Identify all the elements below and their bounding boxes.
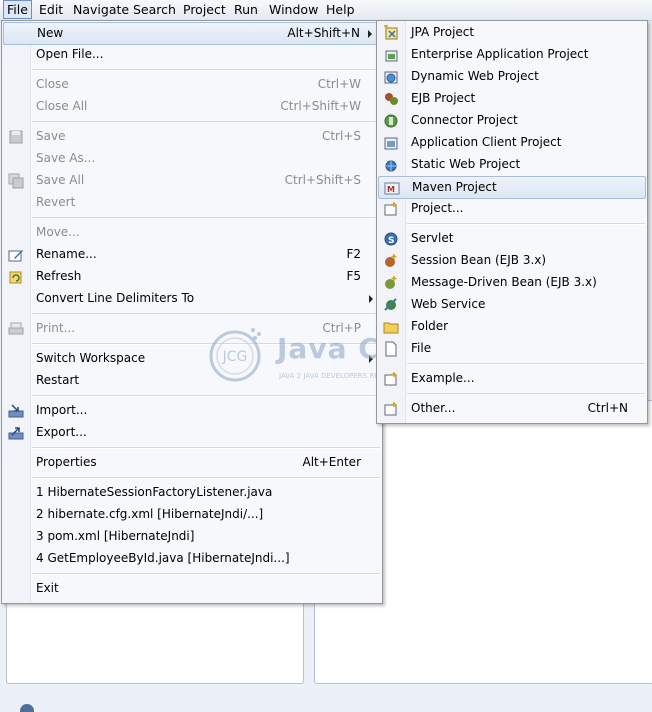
menu-window[interactable]: Window xyxy=(266,1,321,18)
new-submenu: JPA Project Enterprise Application Proje… xyxy=(376,20,648,424)
recent-file-1[interactable]: 1 HibernateSessionFactoryListener.java xyxy=(3,482,381,503)
jpa-project-icon xyxy=(384,25,398,40)
menu-edit[interactable]: Edit xyxy=(36,1,66,18)
new-message-driven-bean[interactable]: Message-Driven Bean (EJB 3.x) xyxy=(378,272,646,293)
new-web-service[interactable]: Web Service xyxy=(378,294,646,315)
save-icon xyxy=(9,130,23,144)
static-web-icon xyxy=(385,160,397,172)
file-menu-save[interactable]: Save Ctrl+S xyxy=(3,126,381,147)
folder-icon xyxy=(383,322,399,334)
new-maven-project[interactable]: M Maven Project xyxy=(378,176,646,199)
svg-text:M: M xyxy=(387,185,395,194)
connector-project-icon xyxy=(384,114,398,128)
svg-text:JCG: JCG xyxy=(222,349,248,365)
example-icon xyxy=(384,372,397,386)
file-menu-revert[interactable]: Revert xyxy=(3,192,381,213)
app-client-icon xyxy=(384,137,398,150)
menu-bar: File Edit Navigate Search Project Run Wi… xyxy=(0,0,652,21)
file-menu-convert-line-delimiters[interactable]: Convert Line Delimiters To xyxy=(3,288,381,309)
file-menu-export[interactable]: Export... xyxy=(3,422,381,443)
refresh-icon xyxy=(9,271,22,284)
new-application-client-project[interactable]: Application Client Project xyxy=(378,132,646,153)
enterprise-app-icon xyxy=(385,50,398,62)
new-folder[interactable]: Folder xyxy=(378,316,646,337)
mdb-icon xyxy=(385,276,397,289)
recent-file-3[interactable]: 3 pom.xml [HibernateJndi] xyxy=(3,526,381,547)
new-project[interactable]: Project... xyxy=(378,198,646,219)
new-session-bean[interactable]: Session Bean (EJB 3.x) xyxy=(378,250,646,271)
svg-text:S: S xyxy=(388,236,394,246)
menu-search[interactable]: Search xyxy=(130,1,179,18)
menu-project[interactable]: Project xyxy=(180,1,229,18)
project-icon xyxy=(384,202,397,216)
new-other[interactable]: Other... Ctrl+N xyxy=(378,398,646,419)
submenu-arrow-icon xyxy=(368,30,372,38)
file-menu-close-all[interactable]: Close All Ctrl+Shift+W xyxy=(3,96,381,117)
new-dynamic-web-project[interactable]: Dynamic Web Project xyxy=(378,66,646,87)
dynamic-web-icon xyxy=(384,71,398,84)
new-jpa-project[interactable]: JPA Project xyxy=(378,22,646,43)
submenu-arrow-icon xyxy=(369,295,373,303)
menu-help[interactable]: Help xyxy=(323,1,358,18)
file-menu-open-file[interactable]: Open File... xyxy=(3,44,381,65)
menu-file[interactable]: File xyxy=(3,0,32,19)
file-menu-exit[interactable]: Exit xyxy=(3,578,381,599)
menu-navigate[interactable]: Navigate xyxy=(70,1,132,18)
file-menu-new[interactable]: New Alt+Shift+N xyxy=(3,22,381,45)
file-icon xyxy=(385,341,397,357)
new-servlet[interactable]: S Servlet xyxy=(378,228,646,249)
recent-file-2[interactable]: 2 hibernate.cfg.xml [HibernateJndi/...] xyxy=(3,504,381,525)
file-menu: New Alt+Shift+N Open File... Close Ctrl+… xyxy=(1,20,383,604)
file-menu-import[interactable]: Import... xyxy=(3,400,381,421)
session-bean-icon xyxy=(385,254,397,267)
file-menu-close[interactable]: Close Ctrl+W xyxy=(3,74,381,95)
new-file[interactable]: File xyxy=(378,338,646,359)
new-ejb-project[interactable]: EJB Project xyxy=(378,88,646,109)
web-service-icon xyxy=(384,298,397,311)
new-static-web-project[interactable]: Static Web Project xyxy=(378,154,646,175)
jcg-logo-icon: JCG xyxy=(209,328,261,382)
save-all-icon xyxy=(8,173,24,189)
file-menu-properties[interactable]: Properties Alt+Enter xyxy=(3,452,381,473)
other-icon xyxy=(384,402,397,416)
recent-file-4[interactable]: 4 GetEmployeeById.java [HibernateJndi...… xyxy=(3,548,381,569)
export-icon xyxy=(8,427,24,440)
import-icon xyxy=(8,404,24,418)
file-menu-save-all[interactable]: Save All Ctrl+Shift+S xyxy=(3,170,381,191)
menu-run[interactable]: Run xyxy=(231,1,261,18)
rename-icon xyxy=(8,250,23,262)
new-enterprise-application-project[interactable]: Enterprise Application Project xyxy=(378,44,646,65)
file-menu-refresh[interactable]: Refresh F5 xyxy=(3,266,381,287)
ejb-project-icon xyxy=(385,93,398,105)
servlet-icon: S xyxy=(384,232,398,246)
new-connector-project[interactable]: Connector Project xyxy=(378,110,646,131)
print-icon xyxy=(8,322,24,335)
status-icon xyxy=(20,704,34,712)
file-menu-move[interactable]: Move... xyxy=(3,222,381,243)
file-menu-save-as[interactable]: Save As... xyxy=(3,148,381,169)
new-example[interactable]: Example... xyxy=(378,368,646,389)
file-menu-rename[interactable]: Rename... F2 xyxy=(3,244,381,265)
maven-project-icon: M xyxy=(384,182,400,195)
